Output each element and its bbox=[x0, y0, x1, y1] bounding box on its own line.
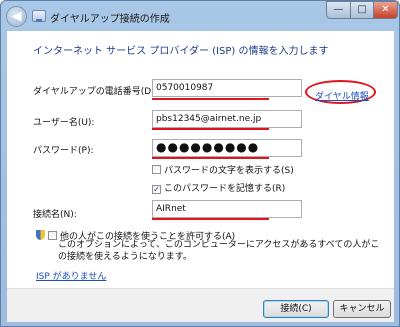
allow-others-checkbox[interactable] bbox=[48, 231, 57, 240]
show-password-checkbox-row[interactable]: パスワードの文字を表示する(S) bbox=[152, 163, 294, 176]
wizard-content: インターネット サービス プロバイダー (ISP) の情報を入力します ダイヤル… bbox=[7, 31, 394, 288]
show-password-label: パスワードの文字を表示する(S) bbox=[164, 166, 294, 176]
connection-name-underline-annotation bbox=[152, 218, 269, 220]
back-arrow-icon[interactable]: ◀ bbox=[6, 6, 27, 27]
window-title: ダイヤルアップ接続の作成 bbox=[50, 14, 170, 25]
maximize-button[interactable]: □ bbox=[350, 1, 374, 19]
title-bar[interactable]: ◀ ダイヤルアップ接続の作成 — □ ✕ bbox=[1, 1, 399, 31]
uac-shield-icon bbox=[36, 230, 45, 240]
connection-name-input[interactable]: AIRnet bbox=[152, 200, 302, 218]
remember-password-checkbox[interactable]: ✓ bbox=[152, 185, 161, 194]
close-button[interactable]: ✕ bbox=[373, 1, 398, 19]
page-heading: インターネット サービス プロバイダー (ISP) の情報を入力します bbox=[33, 46, 329, 57]
dial-info-link[interactable]: ダイヤル情報 bbox=[315, 89, 369, 102]
button-bar: 接続(C) キャンセル bbox=[7, 288, 394, 322]
show-password-checkbox[interactable] bbox=[152, 165, 161, 174]
username-input[interactable]: pbs12345@airnet.ne.jp bbox=[152, 110, 302, 128]
password-underline-annotation bbox=[152, 157, 269, 159]
phone-underline-annotation bbox=[152, 98, 269, 100]
no-isp-link[interactable]: ISP がありません bbox=[36, 269, 106, 282]
connect-button[interactable]: 接続(C) bbox=[263, 300, 329, 318]
dialup-connection-icon bbox=[32, 10, 46, 22]
connection-name-label: 接続名(N): bbox=[33, 210, 77, 220]
password-label: パスワード(P): bbox=[33, 146, 94, 156]
minimize-button[interactable]: — bbox=[326, 1, 351, 19]
remember-password-checkbox-row[interactable]: ✓ このパスワードを記憶する(R) bbox=[152, 181, 285, 194]
username-underline-annotation bbox=[152, 128, 269, 130]
password-input[interactable]: ●●●●●●●●● bbox=[152, 139, 302, 157]
allow-others-description: このオプションによって、このコンピューターにアクセスがあるすべての人がこの接続を… bbox=[58, 240, 380, 262]
remember-password-label: このパスワードを記憶する(R) bbox=[164, 184, 286, 194]
cancel-button[interactable]: キャンセル bbox=[333, 300, 391, 318]
user-label: ユーザー名(U): bbox=[33, 118, 95, 128]
phone-number-input[interactable]: 0570010987 bbox=[152, 79, 302, 97]
dialup-wizard-window: ◀ ダイヤルアップ接続の作成 — □ ✕ インターネット サービス プロバイダー… bbox=[0, 0, 400, 327]
phone-label: ダイヤルアップの電話番号(D): bbox=[33, 87, 158, 97]
